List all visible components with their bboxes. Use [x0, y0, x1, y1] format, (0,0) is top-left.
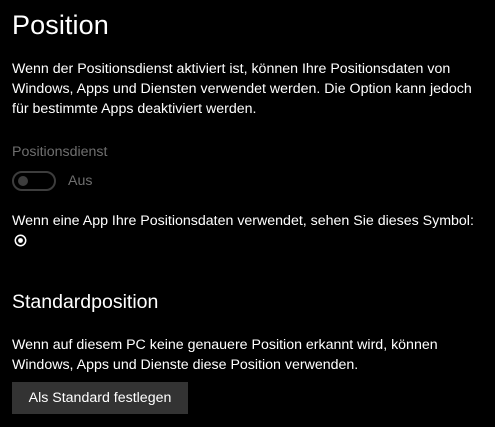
section-title-default-location: Standardposition: [12, 291, 159, 313]
toggle-state-label: Aus: [68, 173, 93, 189]
location-in-use-icon: [14, 233, 27, 253]
symbol-note: Wenn eine App Ihre Positionsdaten verwen…: [12, 211, 490, 253]
page-title: Position: [12, 10, 109, 40]
location-service-toggle[interactable]: [12, 171, 56, 191]
default-location-description: Wenn auf diesem PC keine genauere Positi…: [12, 337, 438, 373]
location-service-label: Positionsdienst: [12, 144, 108, 160]
toggle-knob: [18, 176, 28, 186]
set-default-button[interactable]: Als Standard festlegen: [12, 382, 188, 414]
symbol-note-text: Wenn eine App Ihre Positionsdaten verwen…: [12, 213, 474, 229]
intro-description: Wenn der Positionsdienst aktiviert ist, …: [12, 61, 472, 117]
location-service-toggle-row: Aus: [12, 170, 92, 192]
